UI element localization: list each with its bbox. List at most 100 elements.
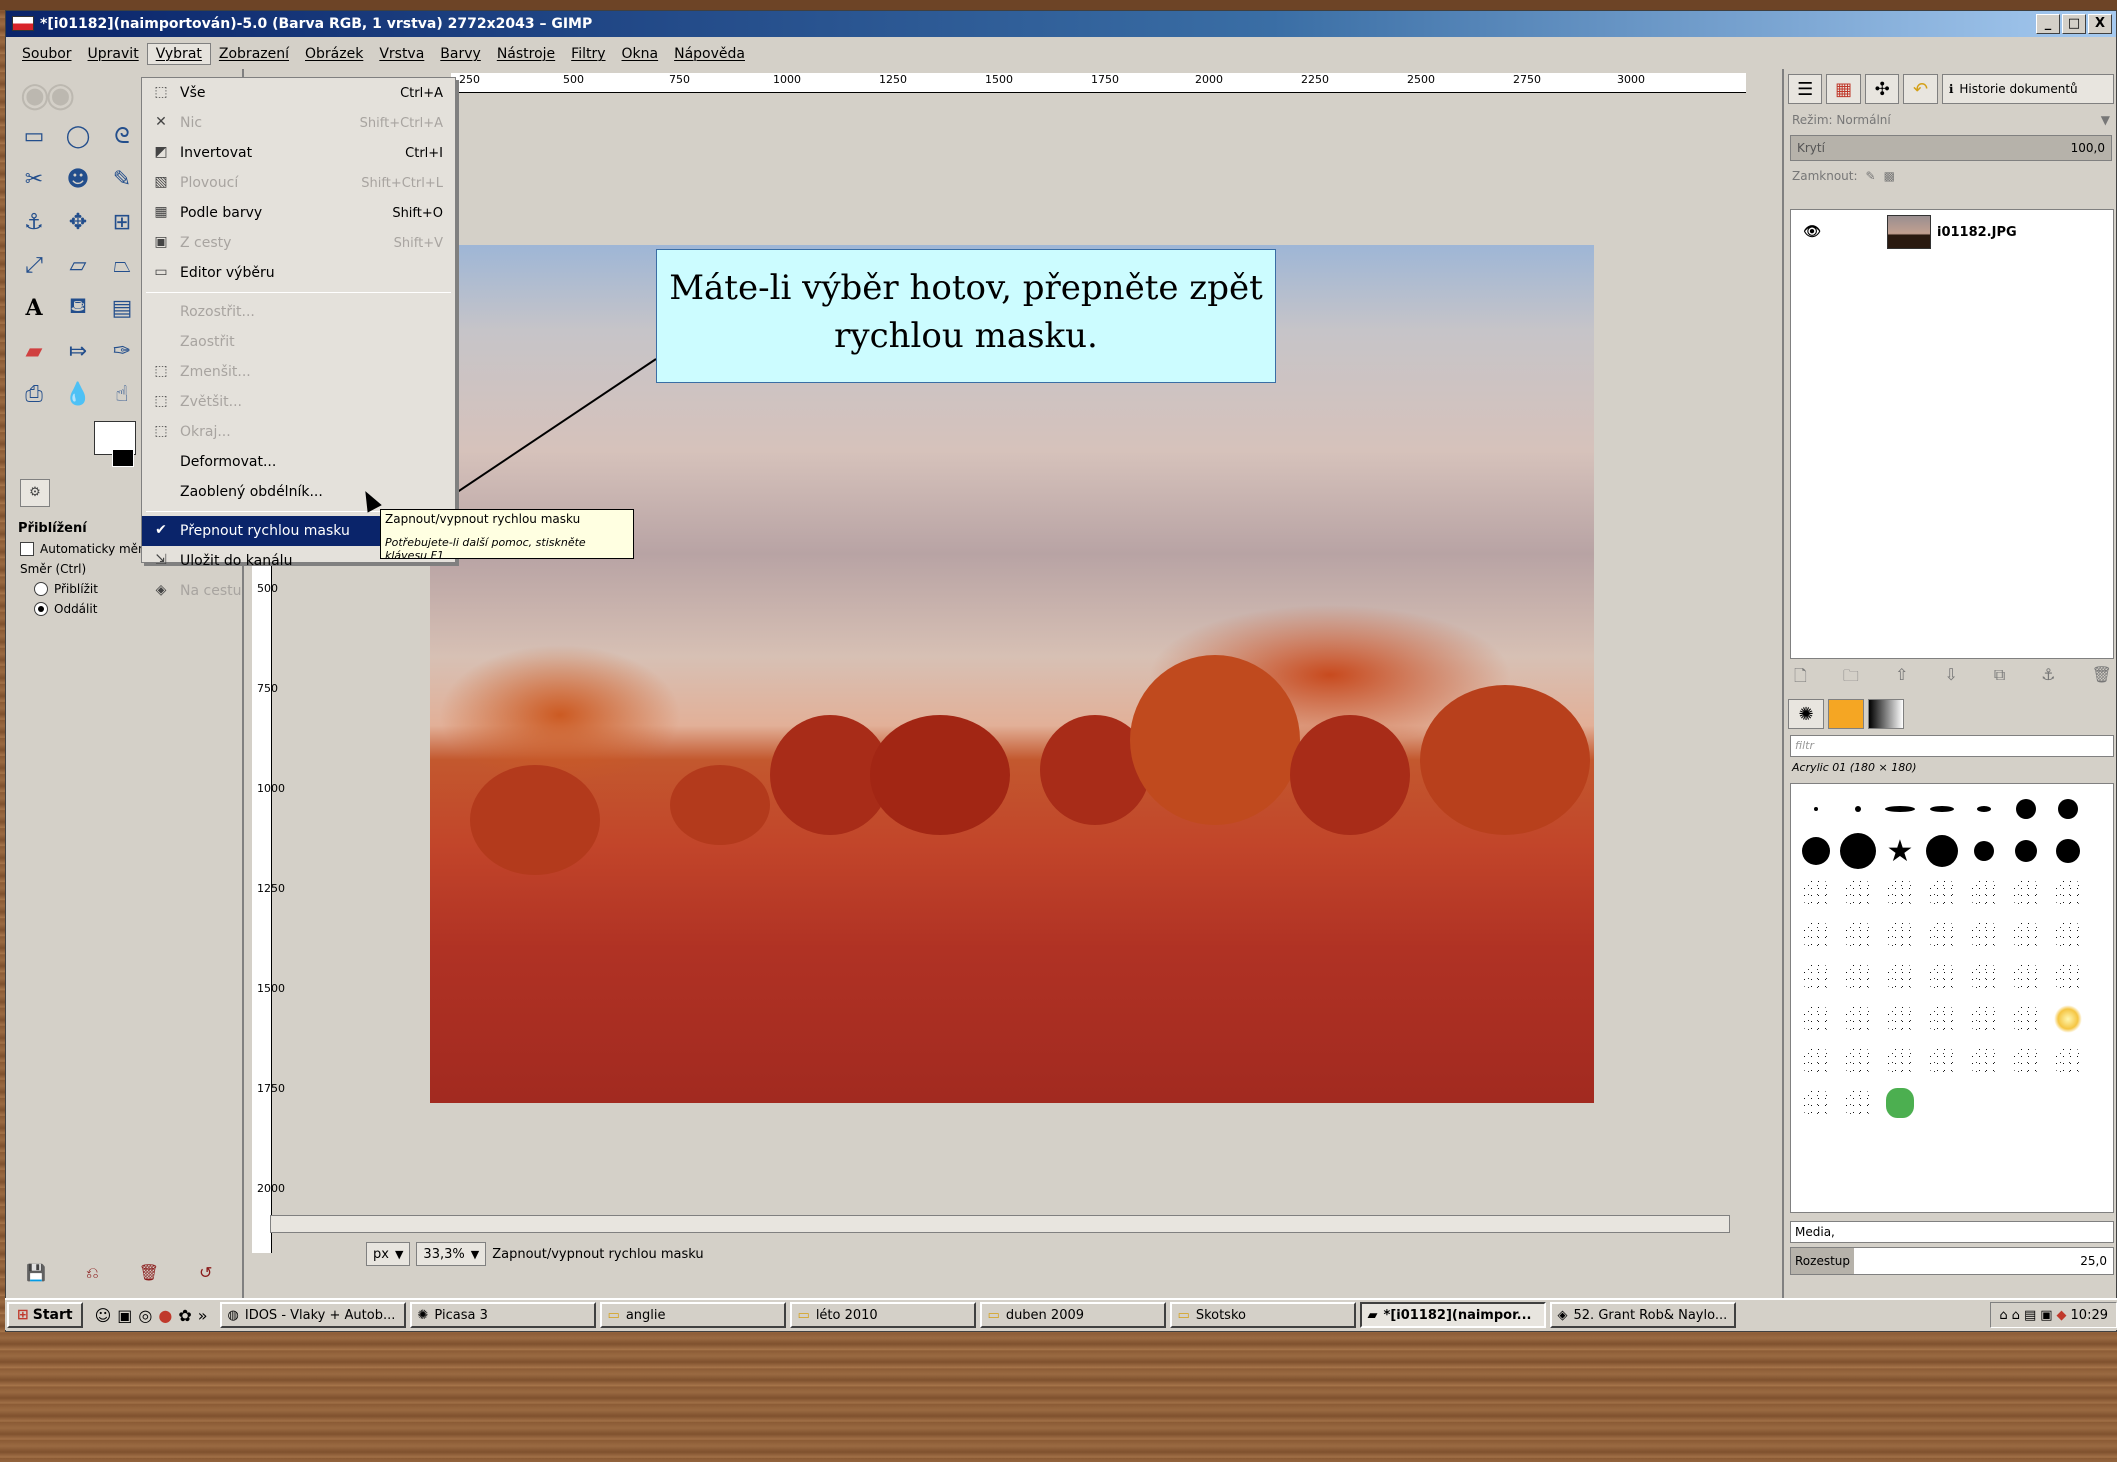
paths-icon[interactable]: ✎ [104, 162, 140, 196]
brush-preview[interactable] [1795, 872, 1837, 914]
quicklaunch-icon[interactable]: ◎ [138, 1306, 152, 1325]
shear-icon[interactable]: ▱ [60, 248, 96, 282]
taskbar-button[interactable]: ◈ 52. Grant Rob& Naylo... [1549, 1302, 1736, 1328]
paths-tab-icon[interactable]: ✣ [1864, 74, 1900, 104]
gradients-tab-icon[interactable] [1868, 699, 1904, 729]
new-group-icon[interactable]: 🗀 [1843, 665, 1859, 692]
measure-icon[interactable]: ⚓ [16, 205, 52, 239]
brush-preview[interactable] [2005, 830, 2047, 872]
brush-preview[interactable] [1795, 830, 1837, 872]
brush-preview[interactable] [1921, 788, 1963, 830]
lower-layer-icon[interactable]: ⇩ [1944, 665, 1957, 692]
brush-preview[interactable] [1921, 956, 1963, 998]
taskbar-button[interactable]: ▭ Skotsko [1169, 1302, 1356, 1328]
menu-nastroje[interactable]: Nástroje [489, 44, 563, 64]
menu-zobrazeni[interactable]: Zobrazení [211, 44, 297, 64]
menu-vybrat[interactable]: Vybrat [146, 43, 211, 65]
brushes-tab-icon[interactable]: ✺ [1788, 699, 1824, 729]
airbrush-icon[interactable]: ⤇ [60, 334, 96, 368]
brush-preview[interactable] [1837, 1040, 1879, 1082]
tray-icon[interactable]: ⌂ [1999, 1308, 2007, 1323]
zoom-select[interactable]: 33,3% ▼ [416, 1242, 487, 1266]
brush-preview[interactable] [1921, 998, 1963, 1040]
zoom-in-radio[interactable] [34, 582, 48, 596]
select-menu-item[interactable]: Deformovat... [142, 447, 455, 477]
menu-napoveda[interactable]: Nápověda [666, 44, 753, 64]
select-menu-item[interactable]: ▭ Editor výběru [142, 258, 455, 288]
brush-preview[interactable] [1921, 1082, 1963, 1124]
raise-layer-icon[interactable]: ⇧ [1895, 665, 1908, 692]
anchor-layer-icon[interactable]: ⚓ [2041, 665, 2055, 692]
blur-icon[interactable]: 💧 [60, 377, 96, 411]
brush-preview[interactable] [1795, 1040, 1837, 1082]
taskbar-button[interactable]: ▭ duben 2009 [979, 1302, 1166, 1328]
brush-preview[interactable] [1795, 1082, 1837, 1124]
brush-preview[interactable]: ★ [1879, 830, 1921, 872]
text-tool-icon[interactable]: A [16, 291, 52, 325]
brush-preview[interactable] [1795, 998, 1837, 1040]
brush-preview[interactable] [2047, 1082, 2089, 1124]
brush-preview[interactable] [1963, 788, 2005, 830]
scale-icon[interactable]: ⤢ [16, 248, 52, 282]
visibility-eye-icon[interactable]: 👁 [1797, 224, 1827, 240]
brush-preview[interactable] [1879, 788, 1921, 830]
layer-mode-row[interactable]: Režim: Normální ▼ [1784, 109, 2117, 131]
eraser-icon[interactable]: ▰ [16, 334, 52, 368]
brush-preview[interactable] [1837, 998, 1879, 1040]
lock-alpha-icon[interactable]: ▩ [1884, 169, 1895, 183]
menu-soubor[interactable]: Soubor [14, 44, 80, 64]
undo-tab-icon[interactable]: ↶ [1903, 74, 1938, 104]
free-select-icon[interactable]: ᘓ [104, 119, 140, 153]
taskbar-button[interactable]: ▰ *[i01182](naimpor... [1359, 1302, 1546, 1328]
media-select[interactable]: Media, [1790, 1221, 2114, 1243]
brush-preview[interactable] [1879, 956, 1921, 998]
brush-preview[interactable] [1963, 1082, 2005, 1124]
brush-preview[interactable] [1963, 872, 2005, 914]
brush-preview[interactable] [1963, 956, 2005, 998]
brush-preview[interactable] [1963, 914, 2005, 956]
layer-row[interactable]: 👁 i01182.JPG [1791, 212, 2113, 252]
layer-list[interactable]: 👁 i01182.JPG [1790, 209, 2114, 659]
menu-filtry[interactable]: Filtry [563, 44, 613, 64]
delete-layer-icon[interactable]: 🗑 [2092, 665, 2112, 692]
brush-preview[interactable] [2047, 1040, 2089, 1082]
ellipse-select-icon[interactable]: ◯ [60, 119, 96, 153]
brush-grid[interactable]: ★ [1790, 783, 2114, 1213]
tray-icon[interactable]: ⌂ [2012, 1308, 2020, 1323]
maximize-button[interactable]: □ [2062, 14, 2086, 34]
lock-pixels-icon[interactable]: ✎ [1866, 169, 1876, 183]
brush-preview[interactable] [2047, 788, 2089, 830]
brush-preview[interactable] [2005, 1082, 2047, 1124]
restore-options-icon[interactable]: ⎌ [86, 1263, 99, 1283]
taskbar-button[interactable]: ✺ Picasa 3 [409, 1302, 596, 1328]
foreground-select-icon[interactable]: ☻ [60, 162, 96, 196]
menu-upravit[interactable]: Upravit [80, 44, 147, 64]
menu-vrstva[interactable]: Vrstva [371, 44, 432, 64]
background-color[interactable] [112, 449, 134, 467]
brush-preview[interactable] [1921, 1040, 1963, 1082]
reset-options-icon[interactable]: ↺ [199, 1263, 212, 1283]
brush-preview[interactable] [1879, 1082, 1921, 1124]
quicklaunch-icon[interactable]: ● [158, 1306, 172, 1325]
menu-okna[interactable]: Okna [614, 44, 667, 64]
brush-preview[interactable] [1837, 956, 1879, 998]
bucket-fill-icon[interactable]: ⛾ [60, 291, 96, 325]
brush-preview[interactable] [2047, 914, 2089, 956]
quicklaunch-icon[interactable]: ▣ [117, 1306, 132, 1325]
move-icon[interactable]: ✥ [60, 205, 96, 239]
unit-select[interactable]: px ▼ [366, 1242, 411, 1266]
new-layer-icon[interactable]: 🗋 [1794, 665, 1807, 692]
auto-resize-checkbox[interactable] [20, 542, 34, 556]
rect-select-icon[interactable]: ▭ [16, 119, 52, 153]
horizontal-scrollbar[interactable] [270, 1215, 1730, 1233]
scissors-icon[interactable]: ✂ [16, 162, 52, 196]
start-button[interactable]: ⊞ Start [7, 1302, 83, 1328]
save-options-icon[interactable]: 💾 [26, 1263, 46, 1283]
brush-preview[interactable] [1879, 1040, 1921, 1082]
stamp-icon[interactable]: ⎙ [16, 377, 52, 411]
smudge-icon[interactable]: ☝ [104, 377, 140, 411]
channels-tab-icon[interactable]: ▦ [1826, 74, 1861, 104]
zoom-out-radio[interactable] [34, 602, 48, 616]
brush-filter-input[interactable]: filtr [1790, 735, 2114, 757]
close-button[interactable]: X [2088, 14, 2112, 34]
